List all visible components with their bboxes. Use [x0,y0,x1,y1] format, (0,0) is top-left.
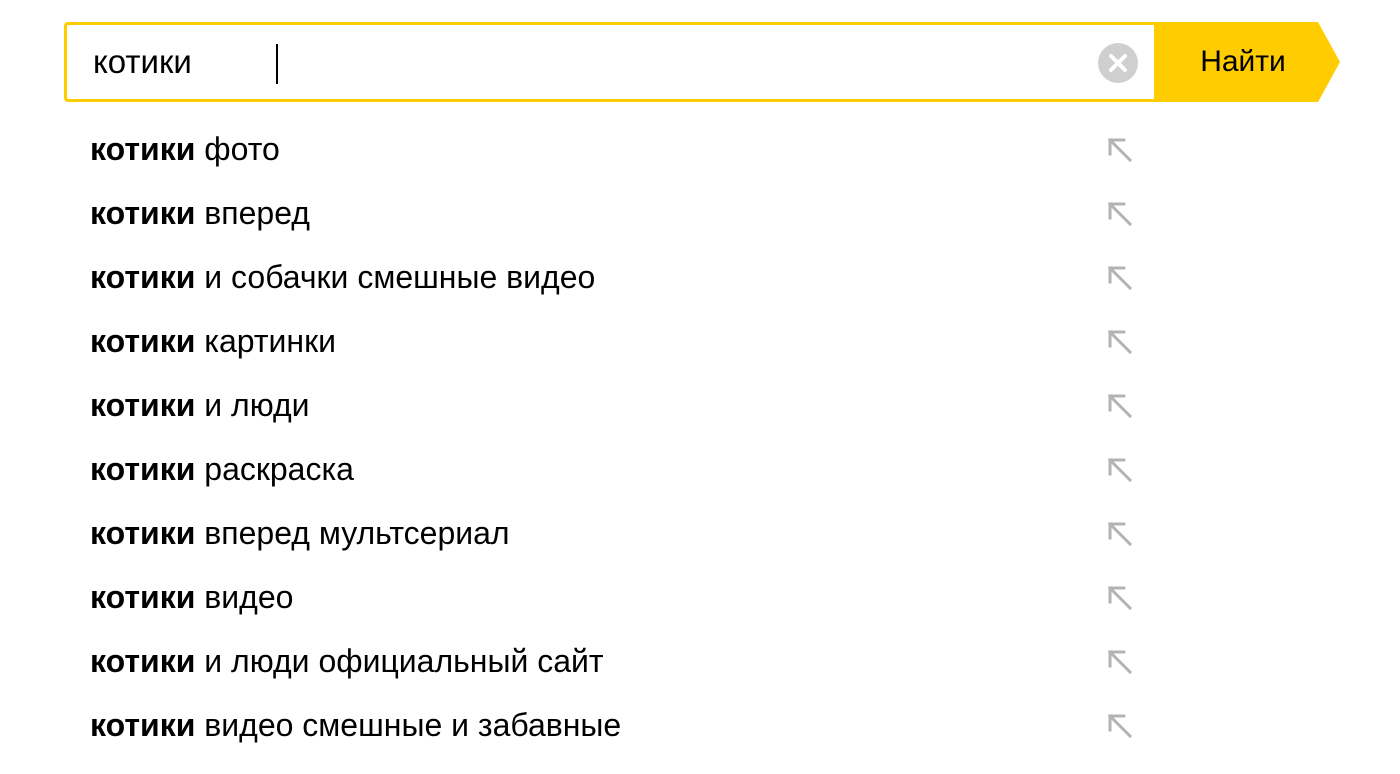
arrow-up-left-icon[interactable] [1106,328,1134,356]
suggestion-item[interactable]: котики и люди официальный сайт [90,629,1150,693]
suggestion-completion: видео смешные и забавные [204,707,622,743]
search-bar: Найти [64,22,1342,102]
suggestion-query-part: котики [90,195,196,231]
suggestion-item[interactable]: котики вперед мультсериал [90,501,1150,565]
clear-icon [1109,54,1127,72]
search-input[interactable] [93,39,1073,85]
suggestion-query-part: котики [90,515,196,551]
arrow-up-left-icon[interactable] [1106,648,1134,676]
suggestions-list: котики фото котики вперед котики и собачки… [90,117,1150,757]
suggestion-item[interactable]: котики и люди [90,373,1150,437]
suggestion-query-part: котики [90,131,196,167]
arrow-up-left-icon[interactable] [1106,456,1134,484]
arrow-up-left-icon[interactable] [1106,392,1134,420]
arrow-up-left-icon[interactable] [1106,200,1134,228]
suggestion-completion: и люди официальный сайт [204,643,604,679]
suggestion-item[interactable]: котики фото [90,117,1150,181]
suggestion-item[interactable]: котики раскраска [90,437,1150,501]
suggestion-query-part: котики [90,387,196,423]
suggestion-item[interactable]: котики видео [90,565,1150,629]
suggestion-item[interactable]: котики вперед [90,181,1150,245]
suggestion-item[interactable]: котики и собачки смешные видео [90,245,1150,309]
suggestion-completion: и люди [204,387,310,423]
clear-button[interactable] [1098,43,1138,83]
suggestion-query-part: котики [90,707,196,743]
arrow-up-left-icon[interactable] [1106,136,1134,164]
text-caret [276,44,278,84]
suggestion-completion: видео [204,579,294,615]
arrow-up-left-icon[interactable] [1106,584,1134,612]
suggestion-item[interactable]: котики видео смешные и забавные [90,693,1150,757]
suggestion-query-part: котики [90,643,196,679]
suggestion-completion: картинки [204,323,336,359]
find-button[interactable]: Найти [1154,22,1342,102]
suggestion-completion: раскраска [204,451,354,487]
suggestion-completion: фото [204,131,280,167]
suggestion-completion: вперед мультсериал [204,515,510,551]
suggestion-query-part: котики [90,451,196,487]
arrow-up-left-icon[interactable] [1106,264,1134,292]
arrow-up-left-icon[interactable] [1106,520,1134,548]
suggestion-query-part: котики [90,323,196,359]
arrow-up-left-icon[interactable] [1106,712,1134,740]
suggestion-completion: и собачки смешные видео [204,259,596,295]
suggestion-query-part: котики [90,579,196,615]
suggestion-query-part: котики [90,259,196,295]
suggestion-completion: вперед [204,195,310,231]
suggestion-item[interactable]: котики картинки [90,309,1150,373]
find-button-label: Найти [1200,45,1286,78]
search-field-container[interactable] [64,22,1157,102]
